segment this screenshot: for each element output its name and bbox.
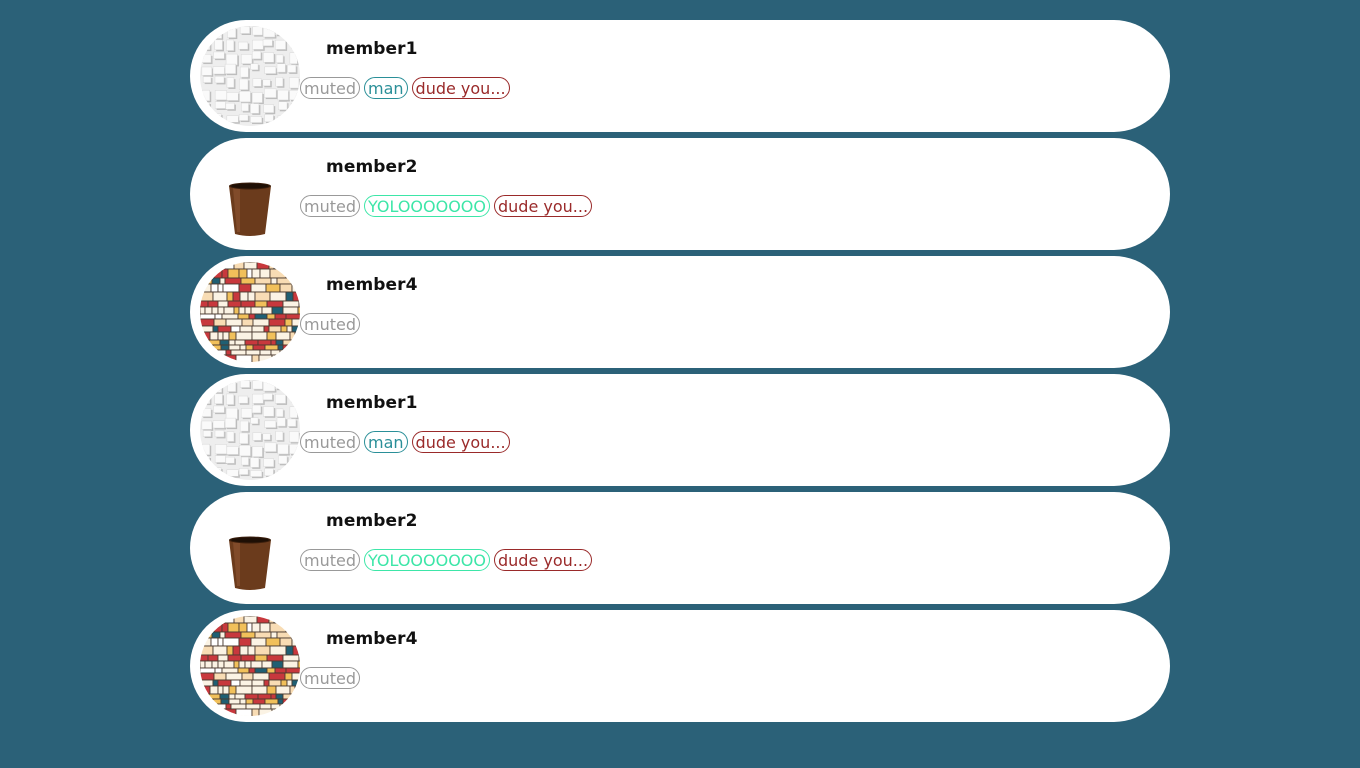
member-name: member1	[326, 393, 418, 413]
crumpled-paper-avatar	[200, 380, 300, 480]
member-list: member1 muted man dude you... member2 muted YO…	[190, 20, 1170, 728]
avatar	[200, 498, 300, 598]
crumpled-paper-avatar	[200, 26, 300, 126]
tag-list: muted man dude you...	[300, 77, 510, 99]
flower-pot-avatar	[200, 498, 300, 598]
tag-badge[interactable]: man	[364, 431, 408, 453]
tag-badge[interactable]: muted	[300, 667, 360, 689]
tag-badge[interactable]: dude you...	[494, 549, 593, 571]
member-card[interactable]: member4 muted	[190, 610, 1170, 722]
avatar	[200, 262, 300, 362]
member-name: member4	[326, 629, 418, 649]
tag-badge[interactable]: muted	[300, 77, 360, 99]
tag-badge[interactable]: dude you...	[411, 77, 510, 99]
tag-badge[interactable]: muted	[300, 431, 360, 453]
tag-list: muted YOLOOOOOOO dude you...	[300, 549, 593, 571]
avatar	[200, 380, 300, 480]
member-name: member4	[326, 275, 418, 295]
flower-pot-avatar	[200, 144, 300, 244]
member-card[interactable]: member2 muted YOLOOOOOOO dude you...	[190, 492, 1170, 604]
member-card[interactable]: member4 muted	[190, 256, 1170, 368]
tag-list: muted YOLOOOOOOO dude you...	[300, 195, 593, 217]
member-name: member2	[326, 511, 418, 531]
tag-badge[interactable]: YOLOOOOOOO	[364, 549, 490, 571]
member-card[interactable]: member2 muted YOLOOOOOOO dude you...	[190, 138, 1170, 250]
tag-badge[interactable]: YOLOOOOOOO	[364, 195, 490, 217]
tag-badge[interactable]: dude you...	[494, 195, 593, 217]
member-card[interactable]: member1 muted man dude you...	[190, 20, 1170, 132]
tag-badge[interactable]: muted	[300, 313, 360, 335]
mondrian-pattern-avatar	[200, 616, 300, 716]
member-name: member1	[326, 39, 418, 59]
tag-list: muted	[300, 667, 360, 689]
tag-badge[interactable]: dude you...	[411, 431, 510, 453]
tag-list: muted man dude you...	[300, 431, 510, 453]
member-card[interactable]: member1 muted man dude you...	[190, 374, 1170, 486]
avatar	[200, 616, 300, 716]
tag-badge[interactable]: muted	[300, 195, 360, 217]
avatar	[200, 26, 300, 126]
member-name: member2	[326, 157, 418, 177]
mondrian-pattern-avatar	[200, 262, 300, 362]
tag-badge[interactable]: muted	[300, 549, 360, 571]
tag-badge[interactable]: man	[364, 77, 408, 99]
avatar	[200, 144, 300, 244]
tag-list: muted	[300, 313, 360, 335]
